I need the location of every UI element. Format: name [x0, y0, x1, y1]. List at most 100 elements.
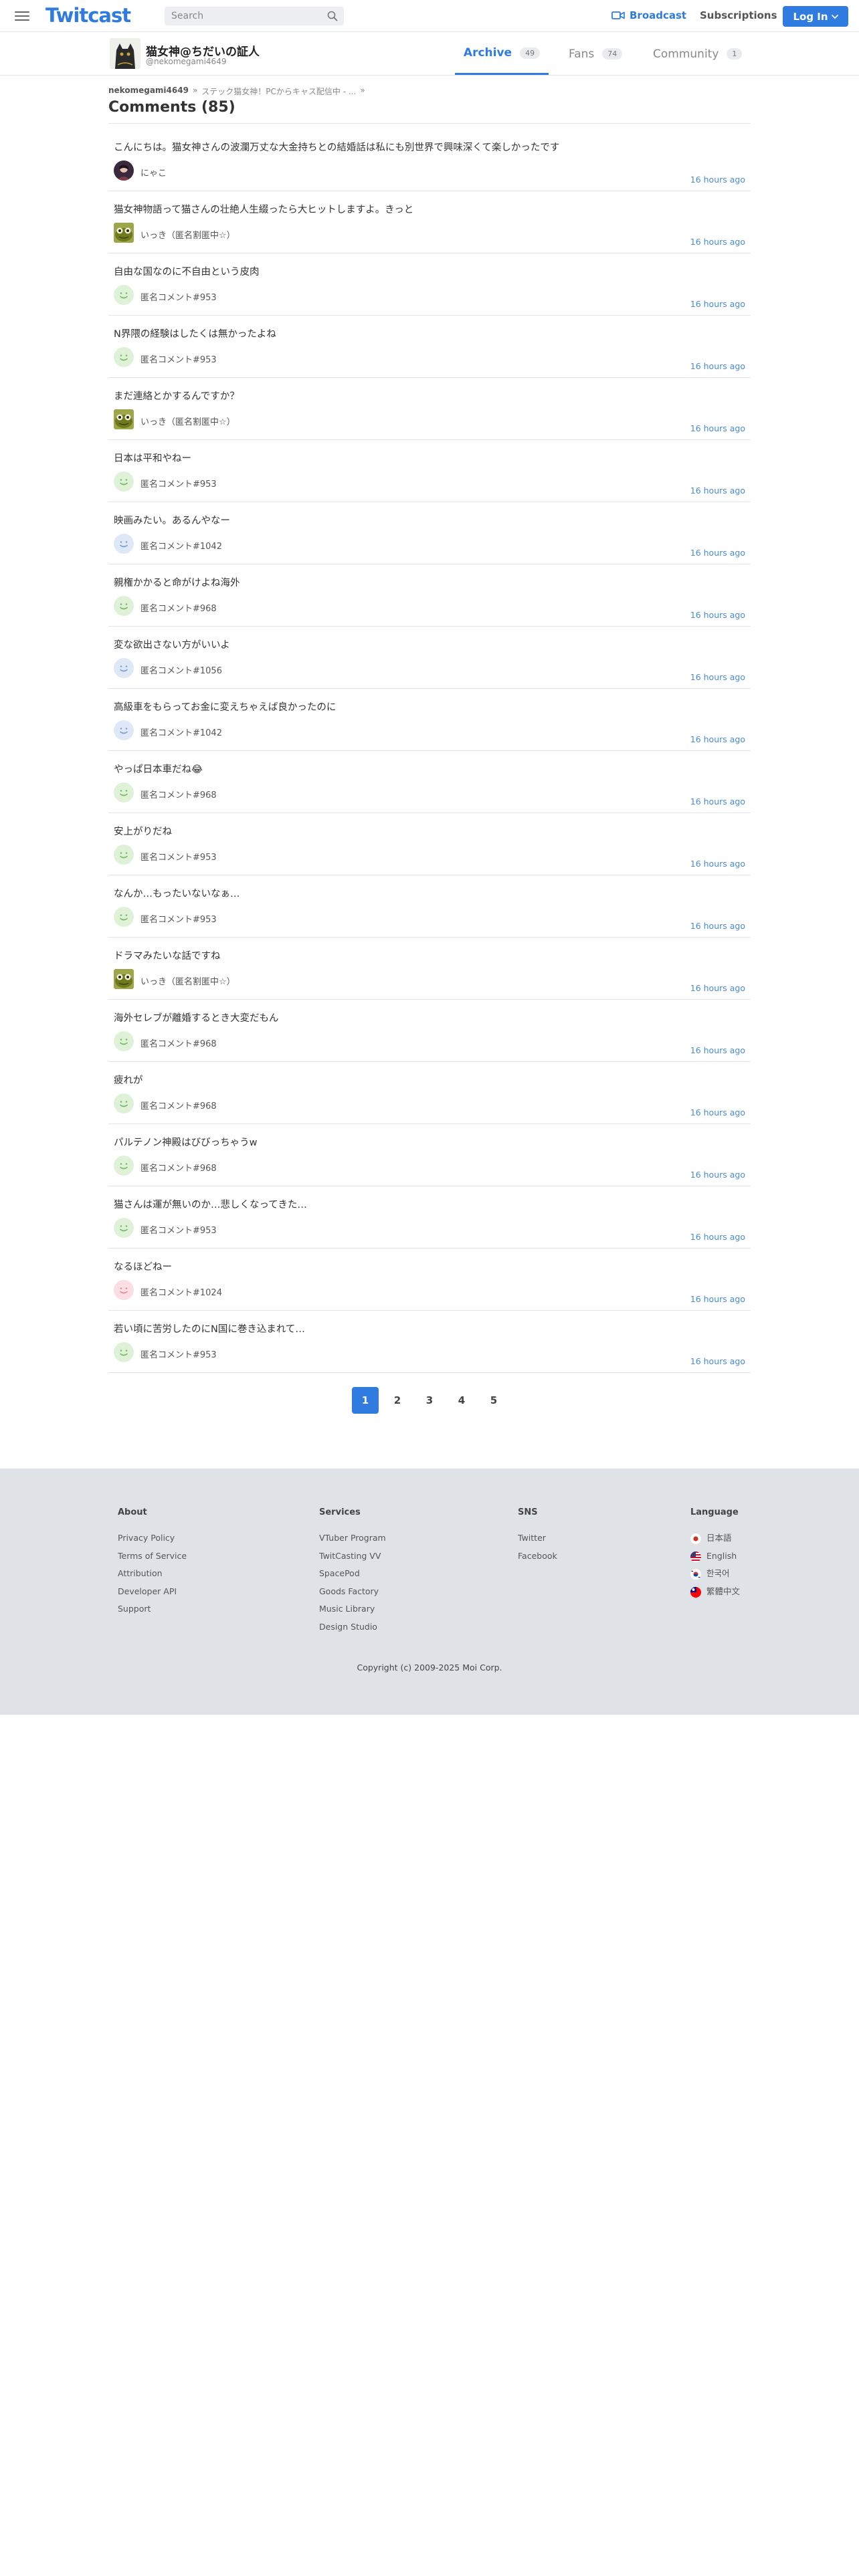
twitcast-logo[interactable]: Twitcast — [45, 4, 131, 27]
language-korean[interactable]: 한국어 — [690, 1569, 740, 1587]
channel-avatar[interactable] — [110, 38, 140, 69]
language-japanese[interactable]: 日本語 — [690, 1533, 740, 1551]
comment-user[interactable]: 匿名コメント#968 — [140, 788, 217, 800]
comment-user[interactable]: 匿名コメント#953 — [140, 290, 217, 303]
breadcrumb-user[interactable]: nekomegami4649 — [108, 86, 189, 97]
user-avatar[interactable] — [114, 471, 134, 492]
user-avatar[interactable] — [114, 1218, 134, 1238]
comment-time[interactable]: 16 hours ago — [690, 237, 745, 247]
login-label: Log In — [793, 10, 828, 23]
comment-user[interactable]: 匿名コメント#953 — [140, 850, 217, 863]
comment-time[interactable]: 16 hours ago — [690, 859, 745, 869]
comment-user[interactable]: 匿名コメント#953 — [140, 912, 217, 925]
user-avatar[interactable] — [114, 409, 134, 429]
footer-link-developer-api[interactable]: Developer API — [118, 1586, 187, 1605]
hamburger-menu-icon[interactable] — [15, 9, 29, 23]
footer-link-support[interactable]: Support — [118, 1604, 187, 1622]
comment-time[interactable]: 16 hours ago — [690, 610, 745, 620]
tab-fans[interactable]: Fans 74 — [569, 33, 623, 75]
comment-time[interactable]: 16 hours ago — [690, 1045, 745, 1055]
breadcrumb-movie[interactable]: ステック猫女神！PCからキャス配信中 - ... — [201, 86, 356, 97]
footer-link-spacepod[interactable]: SpacePod — [319, 1569, 386, 1587]
user-avatar[interactable] — [114, 720, 134, 740]
broadcast-button[interactable]: Broadcast — [611, 9, 686, 21]
comment-time[interactable]: 16 hours ago — [690, 672, 745, 682]
comment-text: なんか…もったいないなぁ… — [114, 889, 240, 899]
page-5-button[interactable]: 5 — [480, 1387, 507, 1414]
comment-time[interactable]: 16 hours ago — [690, 1232, 745, 1242]
comment-user[interactable]: 匿名コメント#968 — [140, 1161, 217, 1174]
user-avatar[interactable] — [114, 534, 134, 554]
page-3-button[interactable]: 3 — [416, 1387, 443, 1414]
comment-time[interactable]: 16 hours ago — [690, 1170, 745, 1180]
comment-user[interactable]: 匿名コメント#968 — [140, 1037, 217, 1049]
user-avatar[interactable] — [114, 1156, 134, 1176]
user-avatar[interactable] — [114, 907, 134, 927]
footer-link-design[interactable]: Design Studio — [319, 1622, 386, 1640]
comment-user[interactable]: いっき（匿名割匿中☆） — [140, 415, 235, 427]
footer-link-terms[interactable]: Terms of Service — [118, 1551, 187, 1570]
user-avatar[interactable] — [114, 1031, 134, 1051]
login-button[interactable]: Log In — [783, 6, 848, 27]
footer-link-attribution[interactable]: Attribution — [118, 1569, 187, 1587]
comment-time[interactable]: 16 hours ago — [690, 1294, 745, 1304]
search-input[interactable] — [165, 7, 322, 25]
comment-user[interactable]: 匿名コメント#953 — [140, 1348, 217, 1360]
user-avatar[interactable] — [114, 1280, 134, 1300]
comment-item: 親権かかると命がけよね海外 匿名コメント#968 16 hours ago — [108, 564, 751, 627]
user-avatar[interactable] — [114, 782, 134, 802]
user-avatar[interactable] — [114, 845, 134, 865]
comment-text: 若い頃に苦労したのにN国に巻き込まれて… — [114, 1324, 305, 1335]
comment-time[interactable]: 16 hours ago — [690, 796, 745, 807]
comment-time[interactable]: 16 hours ago — [690, 361, 745, 371]
footer-link-privacy[interactable]: Privacy Policy — [118, 1533, 187, 1551]
comment-time[interactable]: 16 hours ago — [690, 486, 745, 496]
comment-user[interactable]: いっき（匿名割匿中☆） — [140, 974, 235, 987]
user-avatar[interactable] — [114, 969, 134, 989]
language-traditional-chinese[interactable]: 繁體中文 — [690, 1586, 740, 1605]
page-1-button[interactable]: 1 — [352, 1387, 379, 1414]
comment-time[interactable]: 16 hours ago — [690, 921, 745, 931]
comment-time[interactable]: 16 hours ago — [690, 299, 745, 309]
user-avatar[interactable] — [114, 223, 134, 243]
comment-time[interactable]: 16 hours ago — [690, 175, 745, 185]
comment-user[interactable]: にゃこ — [140, 166, 167, 179]
comment-user[interactable]: 匿名コメント#968 — [140, 1099, 217, 1111]
comment-time[interactable]: 16 hours ago — [690, 423, 745, 433]
user-avatar[interactable] — [114, 285, 134, 305]
footer-link-vtuber[interactable]: VTuber Program — [319, 1533, 386, 1551]
page-2-button[interactable]: 2 — [384, 1387, 411, 1414]
page-4-button[interactable]: 4 — [448, 1387, 475, 1414]
comment-user[interactable]: 匿名コメント#1056 — [140, 663, 222, 676]
comment-user[interactable]: 匿名コメント#953 — [140, 477, 217, 490]
comment-time[interactable]: 16 hours ago — [690, 548, 745, 558]
footer-link-music[interactable]: Music Library — [319, 1604, 386, 1622]
comment-user[interactable]: 匿名コメント#953 — [140, 1223, 217, 1236]
user-avatar[interactable] — [114, 1342, 134, 1362]
user-avatar[interactable] — [114, 1093, 134, 1113]
footer-link-goods[interactable]: Goods Factory — [319, 1586, 386, 1605]
comment-time[interactable]: 16 hours ago — [690, 734, 745, 744]
comment-time[interactable]: 16 hours ago — [690, 1356, 745, 1366]
comment-user[interactable]: いっき（匿名割匿中☆） — [140, 228, 235, 241]
comment-user[interactable]: 匿名コメント#1042 — [140, 539, 222, 552]
comment-user[interactable]: 匿名コメント#1024 — [140, 1285, 222, 1298]
user-avatar[interactable] — [114, 160, 134, 181]
language-english[interactable]: English — [690, 1551, 740, 1570]
comment-time[interactable]: 16 hours ago — [690, 1107, 745, 1117]
footer-link-vv[interactable]: TwitCasting VV — [319, 1551, 386, 1570]
search-icon[interactable] — [327, 11, 338, 21]
footer-link-twitter[interactable]: Twitter — [518, 1533, 557, 1551]
user-avatar[interactable] — [114, 596, 134, 616]
tab-archive[interactable]: Archive 49 — [455, 33, 549, 75]
tab-community[interactable]: Community 1 — [653, 33, 743, 75]
user-avatar[interactable] — [114, 347, 134, 367]
comment-user[interactable]: 匿名コメント#1042 — [140, 726, 222, 738]
subscriptions-link[interactable]: Subscriptions — [700, 9, 777, 21]
comment-user[interactable]: 匿名コメント#968 — [140, 601, 217, 614]
footer-link-facebook[interactable]: Facebook — [518, 1551, 557, 1570]
comment-text: 親権かかると命がけよね海外 — [114, 578, 240, 588]
comment-user[interactable]: 匿名コメント#953 — [140, 352, 217, 365]
user-avatar[interactable] — [114, 658, 134, 678]
comment-time[interactable]: 16 hours ago — [690, 983, 745, 993]
